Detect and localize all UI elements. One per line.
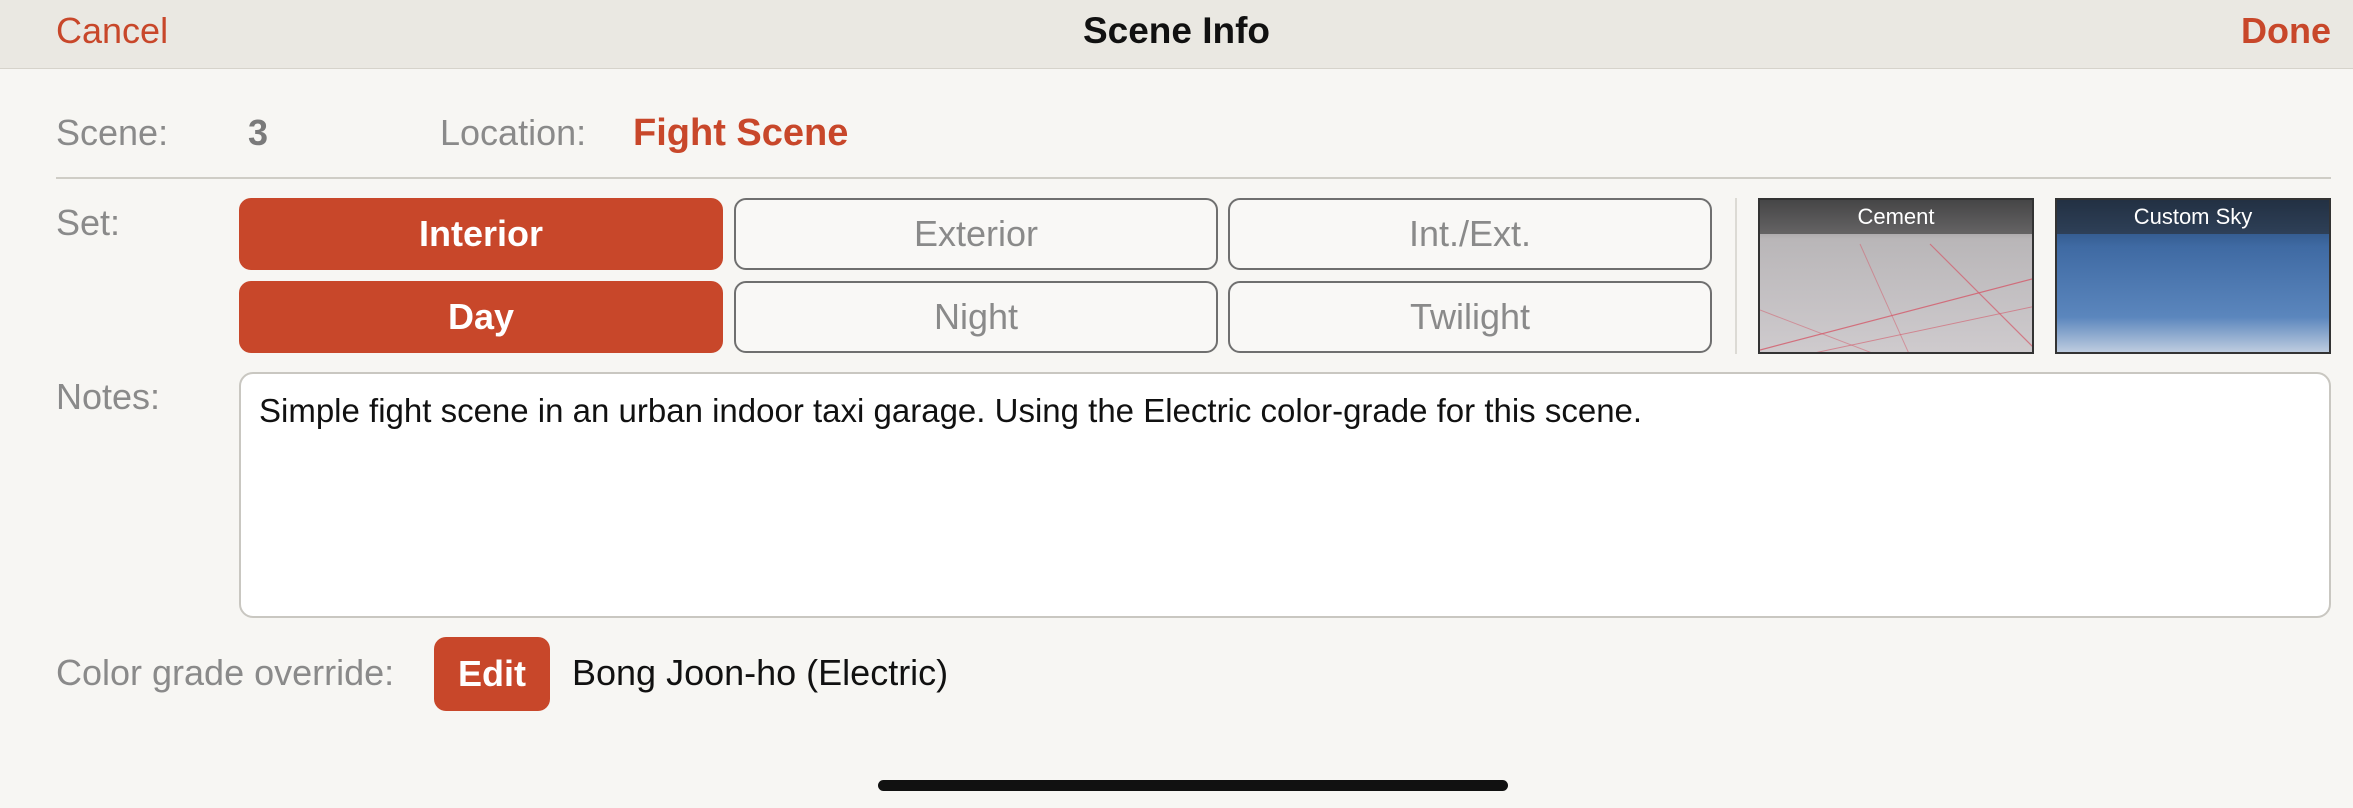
scene-label: Scene: [56, 112, 169, 153]
segment-exterior[interactable]: Exterior [734, 198, 1218, 270]
segment-int-ext[interactable]: Int./Ext. [1228, 198, 1712, 270]
navigation-bar: Cancel Scene Info Done [0, 0, 2353, 69]
location-value[interactable]: Fight Scene [633, 112, 848, 155]
custom-sky-label: Custom Sky [2057, 200, 2329, 234]
notes-textarea[interactable]: Simple fight scene in an urban indoor ta… [239, 372, 2331, 618]
cement-floor-thumbnail[interactable]: Cement [1758, 198, 2034, 354]
done-button[interactable]: Done [2241, 10, 2331, 52]
home-indicator [878, 780, 1508, 791]
vertical-separator [1735, 198, 1737, 354]
notes-label: Notes: [56, 376, 161, 417]
set-label: Set: [56, 202, 121, 243]
color-grade-value: Bong Joon-ho (Electric) [572, 652, 949, 693]
custom-sky-thumbnail[interactable]: Custom Sky [2055, 198, 2331, 354]
page-title: Scene Info [1082, 10, 1271, 51]
segment-twilight[interactable]: Twilight [1228, 281, 1712, 353]
divider [56, 177, 2331, 179]
color-grade-label: Color grade override: [56, 652, 395, 693]
edit-color-grade-button[interactable]: Edit [434, 637, 550, 711]
location-label: Location: [440, 112, 587, 153]
segment-interior[interactable]: Interior [239, 198, 723, 270]
segment-night[interactable]: Night [734, 281, 1218, 353]
segment-day[interactable]: Day [239, 281, 723, 353]
scene-number: 3 [248, 112, 269, 153]
cement-label: Cement [1760, 200, 2032, 234]
